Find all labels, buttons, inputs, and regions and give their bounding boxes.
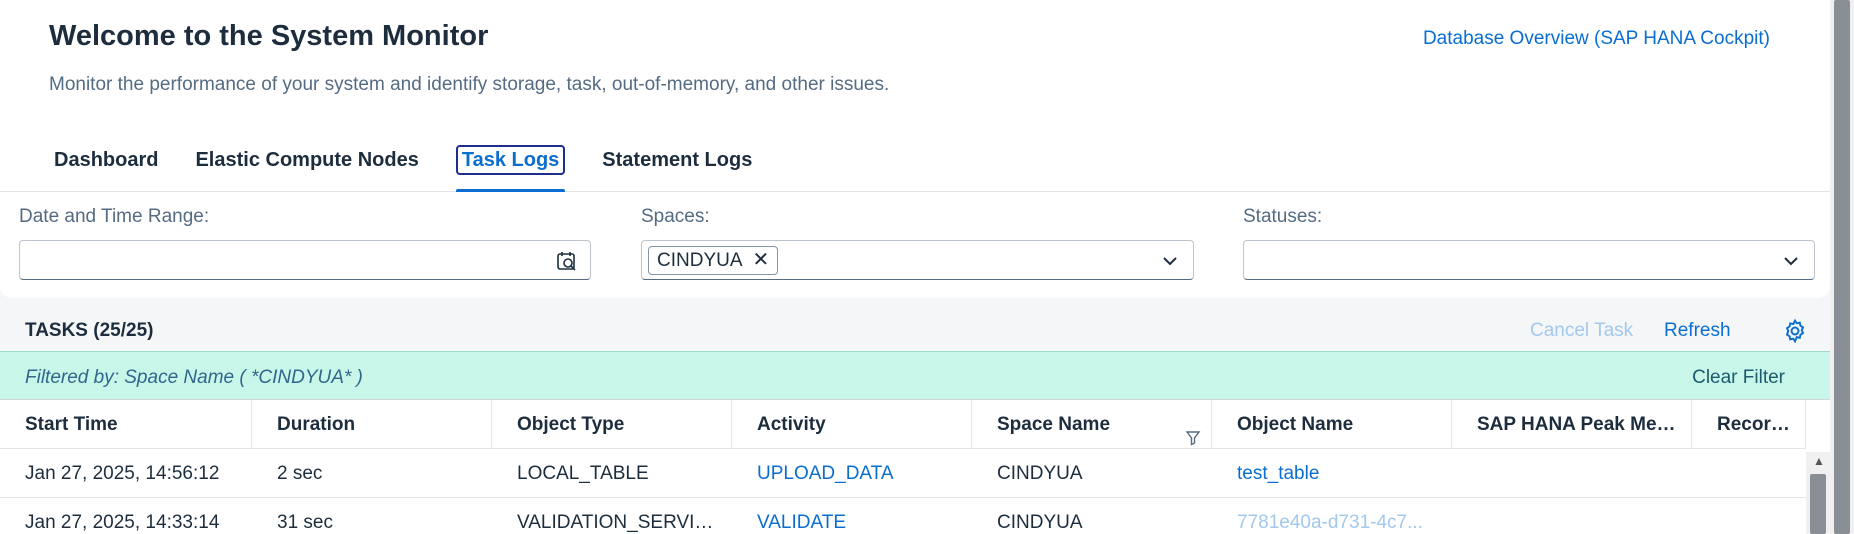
- column-header-object-type[interactable]: Object Type: [492, 400, 732, 449]
- object-name-link[interactable]: 7781e40a-d731-4c7...: [1212, 498, 1452, 534]
- table-row[interactable]: Jan 27, 2025, 14:33:14 31 sec VALIDATION…: [0, 498, 1806, 534]
- activity-link[interactable]: VALIDATE: [732, 498, 972, 534]
- spaces-label: Spaces:: [641, 206, 710, 227]
- page-subtitle: Monitor the performance of your system a…: [49, 74, 890, 95]
- tab-statement-logs[interactable]: Statement Logs: [588, 140, 766, 192]
- page-header: Welcome to the System Monitor Monitor th…: [0, 0, 1830, 192]
- table-scrollbar-thumb[interactable]: [1810, 474, 1826, 534]
- column-header-duration[interactable]: Duration: [252, 400, 492, 449]
- column-header-start-time[interactable]: Start Time: [0, 400, 252, 449]
- tasks-toolbar: TASKS (25/25) Cancel Task Refresh: [0, 300, 1830, 352]
- column-header-peak-memory[interactable]: SAP HANA Peak Memo: [1452, 400, 1692, 449]
- statuses-label: Statuses:: [1243, 206, 1323, 227]
- calendar-icon[interactable]: [556, 250, 578, 272]
- column-header-object-name[interactable]: Object Name: [1212, 400, 1452, 449]
- chevron-down-icon[interactable]: [1159, 250, 1181, 272]
- statuses-select[interactable]: [1243, 240, 1815, 280]
- records-cell: [1692, 449, 1806, 498]
- date-range-filter: Date and Time Range:: [19, 206, 591, 280]
- tab-label: Dashboard: [54, 149, 159, 171]
- records-cell: [1692, 498, 1806, 534]
- page: Welcome to the System Monitor Monitor th…: [0, 0, 1830, 534]
- activity-link[interactable]: UPLOAD_DATA: [732, 449, 972, 498]
- peak-memory-cell: [1452, 449, 1692, 498]
- spaces-filter: Spaces: CINDYUA ✕: [641, 206, 1194, 280]
- scroll-up-arrow-icon[interactable]: ▲: [1813, 454, 1825, 468]
- date-range-label: Date and Time Range:: [19, 206, 210, 227]
- spaces-multi-input[interactable]: CINDYUA ✕: [641, 240, 1194, 280]
- refresh-button[interactable]: Refresh: [1664, 320, 1731, 342]
- duration-cell: 2 sec: [277, 463, 323, 484]
- object-type-cell: LOCAL_TABLE: [517, 463, 649, 484]
- tab-elastic-compute-nodes[interactable]: Elastic Compute Nodes: [181, 140, 432, 192]
- chevron-down-icon[interactable]: [1780, 250, 1802, 272]
- table-header-row: Start Time Duration Object Type Activity…: [0, 400, 1806, 449]
- start-time-cell: Jan 27, 2025, 14:33:14: [25, 512, 220, 533]
- space-token[interactable]: CINDYUA ✕: [648, 246, 779, 275]
- start-time-cell: Jan 27, 2025, 14:56:12: [25, 463, 220, 484]
- space-name-cell: CINDYUA: [997, 512, 1083, 533]
- table-scrollbar[interactable]: ▲: [1806, 452, 1830, 534]
- table-row[interactable]: Jan 27, 2025, 14:56:12 2 sec LOCAL_TABLE…: [0, 449, 1806, 498]
- tab-bar: Dashboard Elastic Compute Nodes Task Log…: [40, 140, 775, 192]
- column-header-activity[interactable]: Activity: [732, 400, 972, 449]
- filter-icon: [1185, 416, 1201, 446]
- space-token-label: CINDYUA: [657, 250, 743, 271]
- tab-label: Task Logs: [455, 145, 566, 175]
- duration-cell: 31 sec: [277, 512, 333, 533]
- date-range-input[interactable]: [19, 240, 591, 280]
- tab-label: Statement Logs: [602, 149, 753, 171]
- object-name-link[interactable]: test_table: [1212, 449, 1452, 498]
- database-overview-link[interactable]: Database Overview (SAP HANA Cockpit): [1423, 28, 1770, 50]
- tab-task-logs[interactable]: Task Logs: [442, 140, 579, 192]
- tab-label: Elastic Compute Nodes: [195, 149, 419, 171]
- filter-bar: Date and Time Range: Spaces: CINDYUA ✕ S…: [0, 192, 1830, 300]
- object-type-cell: VALIDATION_SERVICE: [517, 512, 721, 533]
- column-header-records[interactable]: Records: [1692, 400, 1806, 449]
- task-logs-table: Start Time Duration Object Type Activity…: [0, 400, 1806, 534]
- filter-info-bar: Filtered by: Space Name ( *CINDYUA* ) Cl…: [0, 351, 1830, 400]
- space-name-cell: CINDYUA: [997, 463, 1083, 484]
- clear-filter-button[interactable]: Clear Filter: [1692, 367, 1785, 389]
- page-scrollbar-thumb[interactable]: [1834, 0, 1850, 534]
- page-title: Welcome to the System Monitor: [49, 20, 489, 52]
- page-scrollbar[interactable]: [1830, 0, 1854, 534]
- tab-dashboard[interactable]: Dashboard: [40, 140, 172, 192]
- peak-memory-cell: [1452, 498, 1692, 534]
- filtered-by-text: Filtered by: Space Name ( *CINDYUA* ): [25, 367, 363, 388]
- tasks-title: TASKS (25/25): [25, 320, 154, 341]
- gear-icon[interactable]: [1782, 318, 1808, 344]
- cancel-task-button[interactable]: Cancel Task: [1530, 320, 1633, 342]
- column-header-label: Space Name: [997, 414, 1111, 435]
- filter-bar-panel: Date and Time Range: Spaces: CINDYUA ✕ S…: [0, 192, 1830, 298]
- statuses-filter: Statuses:: [1243, 206, 1815, 280]
- remove-token-icon[interactable]: ✕: [753, 247, 770, 274]
- column-header-space-name[interactable]: Space Name: [972, 400, 1212, 449]
